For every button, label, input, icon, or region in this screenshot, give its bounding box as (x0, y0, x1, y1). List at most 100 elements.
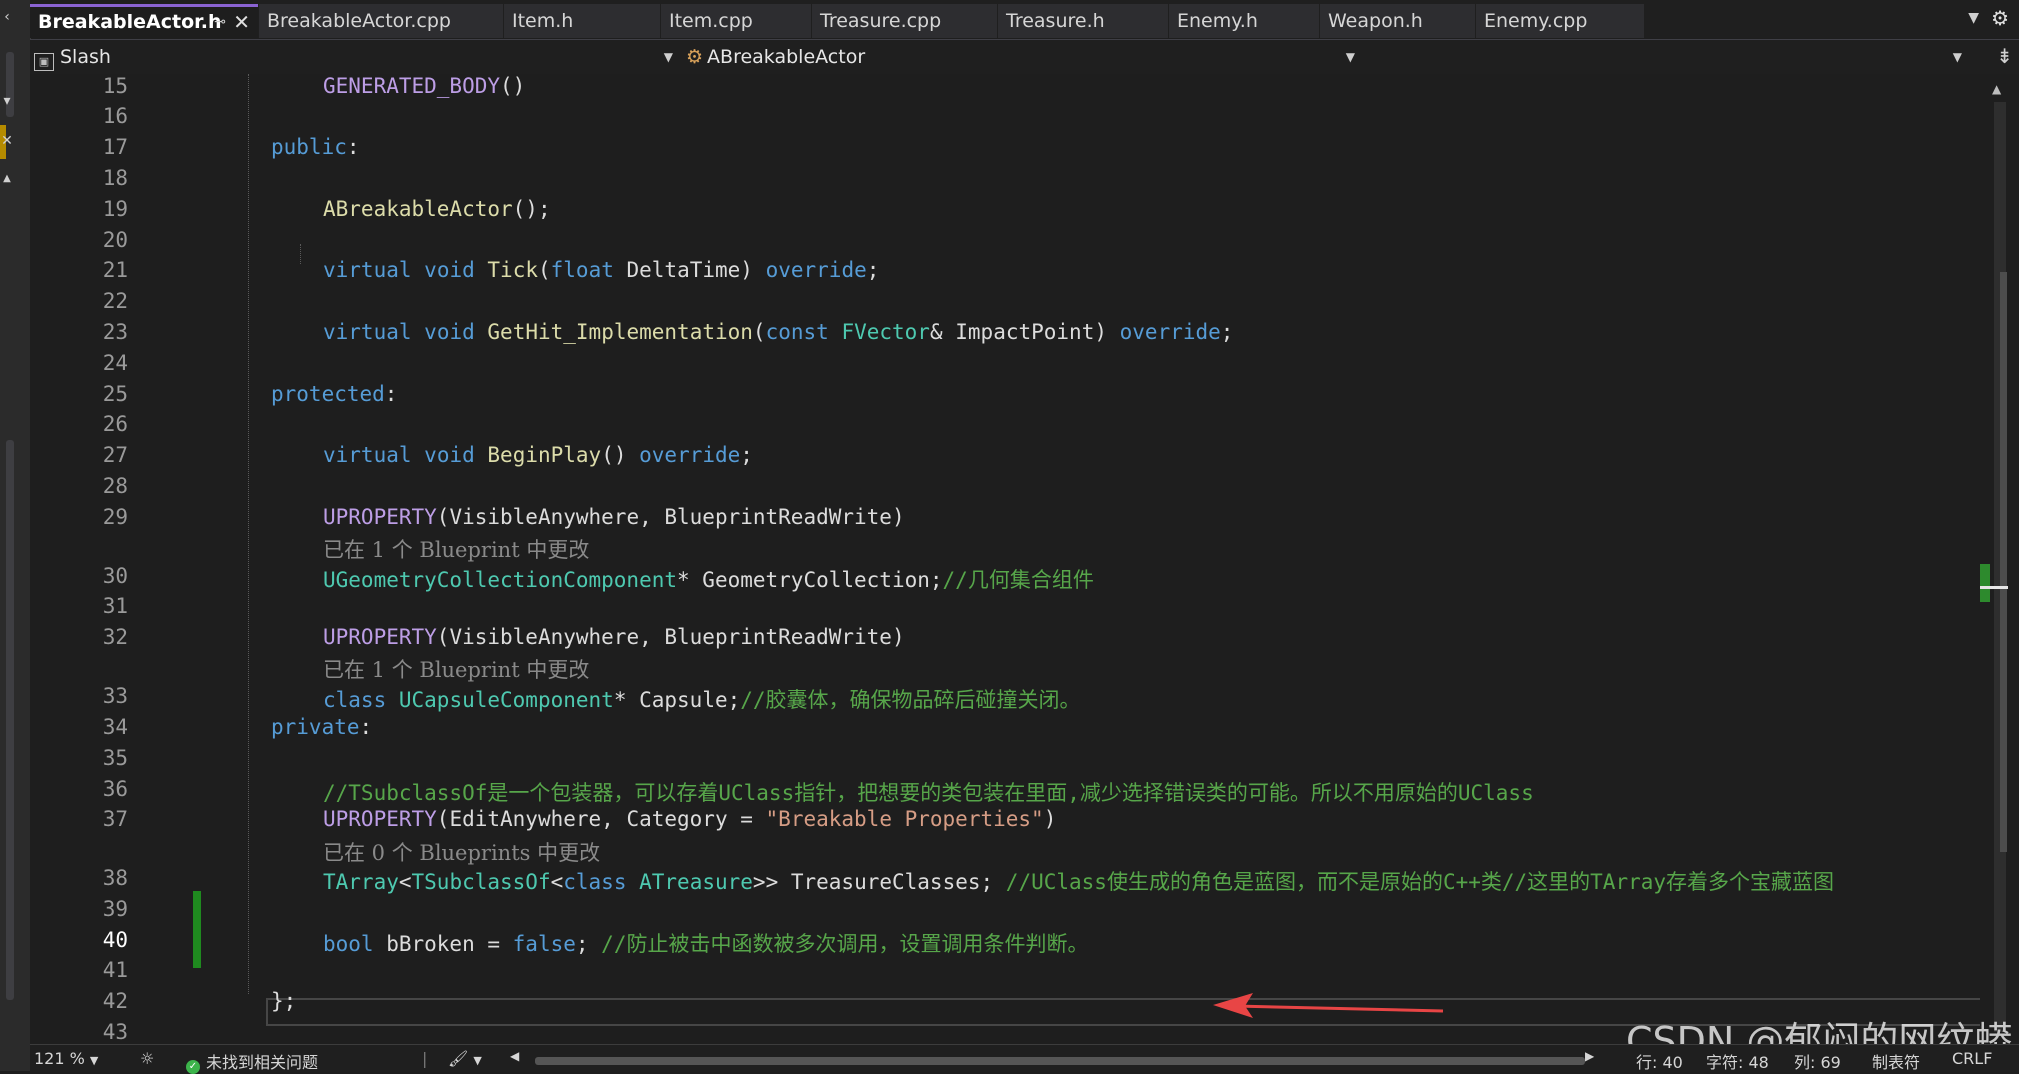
token-type: TSubclassOf (411, 870, 551, 894)
code-line-33[interactable]: class UCapsuleComponent* Capsule;//胶囊体，确… (323, 684, 1081, 714)
scope-dropdown[interactable]: ⚙ ABreakableActor ▼ (686, 43, 1361, 71)
code-line-34[interactable]: private: (271, 715, 372, 739)
tab-label: Treasure.cpp (820, 10, 942, 32)
token-type: ATreasure (639, 870, 753, 894)
token-punct: }; (271, 989, 297, 1013)
code-line-29[interactable]: UPROPERTY(VisibleAnywhere, BlueprintRead… (323, 505, 905, 529)
project-dropdown[interactable]: ▣ Slash ▼ (34, 43, 679, 71)
left-panel-scrollbar-thumb[interactable] (6, 440, 14, 1000)
cursor-col[interactable]: 列: 69 (1794, 1049, 1841, 1073)
tab-treasure-cpp[interactable]: Treasure.cpp (812, 4, 997, 38)
blueprint-codelens-hint[interactable]: 已在 1 个 Blueprint 中更改 (323, 534, 589, 564)
vertical-scrollbar[interactable]: ▲ (1980, 74, 2019, 1044)
tab-treasure-h[interactable]: Treasure.h (998, 4, 1168, 38)
line-number: 30 (102, 564, 128, 588)
chevron-up-icon[interactable]: ▲ (0, 170, 14, 188)
code-line-32[interactable]: UPROPERTY(VisibleAnywhere, BlueprintRead… (323, 625, 905, 649)
cursor-line[interactable]: 行: 40 (1636, 1049, 1683, 1073)
divider: | (422, 1049, 428, 1068)
tab-label: Item.h (512, 10, 574, 32)
close-icon[interactable]: ✕ (0, 132, 14, 150)
issues-indicator[interactable]: ✓ 未找到相关问题 (186, 1049, 318, 1074)
tab-breakableactor-cpp[interactable]: BreakableActor.cpp (259, 4, 503, 38)
blueprint-codelens-hint[interactable]: 已在 0 个 Blueprints 中更改 (323, 837, 600, 867)
cursor-char[interactable]: 字符: 48 (1706, 1049, 1769, 1073)
zoom-dropdown[interactable]: 121 % ▼ (34, 1049, 98, 1068)
code-line-23[interactable]: virtual void GetHit_Implementation(const… (323, 320, 1233, 344)
token-punct: ; (740, 443, 753, 467)
copilot-icon[interactable]: ☼ (140, 1049, 154, 1068)
code-line-27[interactable]: virtual void BeginPlay() override; (323, 443, 753, 467)
chevron-down-icon[interactable]: ▾ (0, 92, 14, 110)
member-dropdown[interactable]: ▼ (1368, 43, 1968, 71)
code-line-21[interactable]: virtual void Tick(float DeltaTime) overr… (323, 258, 879, 282)
line-number: 23 (102, 320, 128, 344)
tab-label: BreakableActor.h (38, 11, 222, 33)
line-number: 32 (102, 625, 128, 649)
chevron-down-icon: ▼ (1952, 50, 1962, 64)
code-line-36[interactable]: //TSubclassOf是一个包装器，可以存着UClass指针，把想要的类包装… (323, 777, 1534, 807)
token-keyword: float (550, 258, 614, 282)
line-number: 15 (102, 74, 128, 98)
token-string: "Breakable Properties" (765, 807, 1044, 831)
tab-overflow-dropdown-icon[interactable]: ▼ (1968, 10, 1979, 26)
tab-label: Treasure.h (1006, 10, 1105, 32)
line-number-gutter: 15 16 17 18 19 20 21 22 23 24 25 26 27 2… (30, 74, 130, 1044)
code-cleanup-icon[interactable]: 🖌 ▼ (448, 1049, 482, 1068)
token-punct: < (398, 870, 412, 894)
line-number: 39 (102, 897, 128, 921)
gear-icon[interactable]: ⚙ (1991, 6, 2009, 30)
code-line-15[interactable]: GENERATED_BODY() (323, 74, 525, 98)
code-line-30[interactable]: UGeometryCollectionComponent* GeometryCo… (323, 564, 1094, 594)
project-label: Slash (60, 46, 111, 68)
blueprint-codelens-hint[interactable]: 已在 1 个 Blueprint 中更改 (323, 654, 589, 684)
token-keyword: public (271, 135, 347, 159)
line-number: 19 (102, 197, 128, 221)
tab-label: BreakableActor.cpp (267, 10, 451, 32)
code-line-40[interactable]: bool bBroken = false; //防止被击中函数被多次调用，设置调… (323, 928, 1088, 958)
scroll-left-icon[interactable]: ◀ (510, 1049, 519, 1063)
token-type: UGeometryCollectionComponent (323, 568, 678, 592)
split-editor-icon[interactable]: ⇟ (1996, 44, 2013, 68)
status-bar: 121 % ▼ ☼ ✓ 未找到相关问题 | 🖌 ▼ ◀ ▶ 行: 40 字符: 4… (30, 1044, 2019, 1074)
scroll-up-icon[interactable]: ▲ (1992, 82, 2001, 96)
line-number: 43 (102, 1020, 128, 1044)
token-keyword: override (639, 443, 741, 467)
scroll-right-icon[interactable]: ▶ (1585, 1049, 1594, 1063)
line-ending[interactable]: CRLF (1952, 1049, 1992, 1068)
tab-enemy-h[interactable]: Enemy.h (1169, 4, 1319, 38)
pin-icon[interactable]: ⊸ (214, 7, 226, 37)
code-line-17[interactable]: public: (271, 135, 360, 159)
token-param: ImpactPoint (955, 320, 1095, 344)
class-icon: ⚙ (686, 46, 704, 68)
code-line-19[interactable]: ABreakableActor(); (323, 197, 551, 221)
tab-enemy-cpp[interactable]: Enemy.cpp (1476, 4, 1644, 38)
line-number-current: 40 (102, 928, 128, 952)
code-editor[interactable]: 15 16 17 18 19 20 21 22 23 24 25 26 27 2… (30, 74, 2006, 1044)
line-number: 21 (102, 258, 128, 282)
code-line-38[interactable]: TArray<TSubclassOf<class ATreasure>> Tre… (323, 866, 1834, 896)
left-tool-strip: ‹ ▾ ✕ ▲ (0, 0, 31, 1071)
token-macro: GENERATED_BODY (323, 74, 501, 98)
tab-weapon-h[interactable]: Weapon.h (1320, 4, 1475, 38)
token-function: Tick (487, 258, 538, 282)
tab-breakableactor-h[interactable]: BreakableActor.h ⊸ ✕ (30, 4, 258, 38)
token-punct: () (500, 74, 526, 98)
arrow-shaft (1234, 1004, 1444, 1013)
code-line-37[interactable]: UPROPERTY(EditAnywhere, Category = "Brea… (323, 807, 1056, 831)
horizontal-scrollbar-thumb[interactable] (535, 1057, 1585, 1065)
tab-item-cpp[interactable]: Item.cpp (661, 4, 811, 38)
token-text: (VisibleAnywhere, BlueprintReadWrite) (436, 505, 905, 529)
token-punct: < (550, 870, 564, 894)
chevron-down-icon: ▼ (663, 50, 673, 64)
caret-position-marker (1980, 586, 2008, 589)
indentation-mode[interactable]: 制表符 (1872, 1049, 1920, 1073)
close-icon[interactable]: ✕ (233, 7, 250, 37)
tab-item-h[interactable]: Item.h (504, 4, 660, 38)
project-icon: ▣ (34, 53, 54, 71)
token-keyword: override (1119, 320, 1221, 344)
scrollbar-thumb[interactable] (2000, 272, 2007, 852)
code-line-25[interactable]: protected: (271, 382, 397, 406)
chevron-left-icon[interactable]: ‹ (0, 8, 14, 26)
code-line-42[interactable]: }; (271, 989, 296, 1013)
